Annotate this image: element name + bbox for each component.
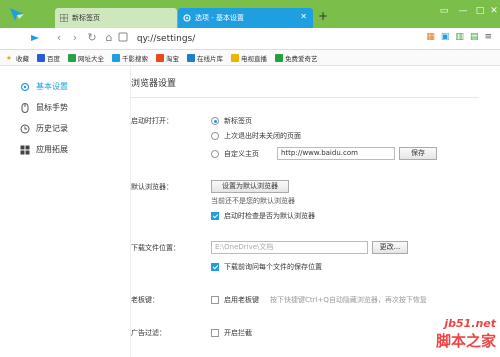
watermark: jb51.net 脚本之家 [435, 317, 496, 350]
iqiyi-icon [275, 53, 283, 62]
startup-option-new-tab[interactable]: 新标签页 [211, 116, 252, 126]
download-path-input[interactable]: E:\OneDrive\文档 [211, 241, 368, 254]
browser-window: 新标签页 选项 - 基本设置 ✕ + ▭ — □ ✕ ‹ › ↻ ⌂ qy://… [0, 0, 500, 357]
download-location-label: 下载文件位置： [131, 244, 180, 252]
bookmark-bar: ★ 收藏 百度 网址大全 千影搜索 淘宝 在线片库 电视直播 免费爱奇艺 [0, 50, 500, 66]
address-bar[interactable]: qy://settings/ [118, 32, 378, 46]
settings-main: 浏览器设置 启动时打开： 新标签页 上次退出时未关闭的页面 自定义主页 http… [130, 66, 500, 357]
bookmark-item[interactable]: 电视直播 [231, 53, 267, 63]
window-menu-icon[interactable]: ▭ [436, 6, 452, 16]
enable-adblock-option[interactable]: 开启拦截 [211, 328, 252, 338]
video-icon [187, 53, 195, 62]
taobao-icon [156, 53, 164, 62]
back-button[interactable]: ‹ [52, 31, 66, 44]
browser-logo-icon [10, 8, 24, 21]
page-icon [118, 32, 128, 42]
minimize-button[interactable]: — [455, 6, 471, 16]
tab-label: 新标签页 [72, 14, 100, 22]
title-bar: 新标签页 选项 - 基本设置 ✕ + ▭ — □ ✕ [0, 0, 500, 28]
default-browser-label: 默认浏览器： [131, 183, 173, 191]
default-browser-status: 当前还不是您的默认浏览器 [211, 197, 295, 205]
mini-icon[interactable]: ▤ [470, 32, 479, 42]
checkbox[interactable] [211, 329, 219, 337]
checkbox[interactable] [211, 296, 219, 304]
tool-icon[interactable]: ▥ [455, 32, 464, 42]
tab-settings[interactable]: 选项 - 基本设置 ✕ [178, 8, 313, 28]
startup-option-last-session[interactable]: 上次退出时未关闭的页面 [211, 131, 301, 141]
bookmark-item[interactable]: 千影搜索 [112, 53, 148, 63]
baidu-icon [37, 53, 45, 62]
sidebar-item-mouse-gesture[interactable]: 鼠标手势 [20, 97, 110, 118]
search-icon [112, 53, 120, 62]
star-icon: ★ [6, 53, 12, 62]
gear-icon [20, 82, 30, 91]
bookmark-item[interactable]: 在线片库 [187, 53, 223, 63]
boss-key-hint: 按下快捷键Ctrl+Q自动隐藏浏览器，再次按下恢复 [270, 296, 427, 304]
sidebar-toggle-icon[interactable] [28, 31, 42, 46]
bookmark-item[interactable]: 百度 [37, 53, 60, 63]
globe-icon [68, 53, 76, 62]
change-download-path-button[interactable]: 更改... [372, 241, 408, 254]
checkbox[interactable] [211, 212, 219, 220]
tab-label: 选项 - 基本设置 [195, 14, 244, 22]
check-default-browser-option[interactable]: 启动时检查是否为默认浏览器 [211, 211, 315, 221]
radio-button[interactable] [211, 117, 219, 125]
address-text: qy://settings/ [136, 34, 196, 44]
grid-icon [20, 145, 30, 154]
bookmark-item[interactable]: 淘宝 [156, 53, 179, 63]
bookmark-item[interactable]: 网址大全 [68, 53, 104, 63]
startup-option-custom-home[interactable]: 自定义主页 [211, 149, 259, 159]
reload-button[interactable]: ↻ [85, 31, 99, 44]
adblock-label: 广告过滤： [131, 329, 166, 337]
sidebar-item-extensions[interactable]: 应用拓展 [20, 139, 110, 160]
bookmark-item[interactable]: 免费爱奇艺 [275, 53, 318, 63]
close-tab-icon[interactable]: ✕ [300, 13, 307, 21]
homepage-input[interactable]: http://www.baidu.com [277, 147, 395, 160]
enable-boss-key-option[interactable]: 启用老板键 按下快捷键Ctrl+Q自动隐藏浏览器，再次按下恢复 [211, 295, 427, 305]
set-default-browser-button[interactable]: 设置为默认浏览器 [211, 180, 289, 193]
home-button[interactable]: ⌂ [102, 31, 116, 44]
startup-label: 启动时打开： [131, 117, 173, 125]
new-tab-button[interactable]: + [318, 9, 328, 23]
settings-sidebar: 基本设置 鼠标手势 历史记录 应用拓展 [20, 76, 110, 160]
ask-save-location-option[interactable]: 下载前询问每个文件的保存位置 [211, 262, 322, 272]
forward-button[interactable]: › [68, 31, 82, 44]
tab-new-tab[interactable]: 新标签页 [55, 8, 177, 28]
save-homepage-button[interactable]: 保存 [399, 147, 437, 160]
page-title: 浏览器设置 [131, 79, 177, 89]
grid-icon [60, 14, 68, 22]
close-window-button[interactable]: ✕ [486, 6, 500, 16]
checkbox[interactable] [211, 263, 219, 271]
radio-button[interactable] [211, 132, 219, 140]
tv-icon [231, 53, 239, 62]
boss-key-label: 老板键： [131, 296, 159, 304]
sidebar-item-history[interactable]: 历史记录 [20, 118, 110, 139]
toolbar-icons: ▦ ▣ ▥ ▤ ≡ [426, 32, 492, 42]
gear-icon [183, 14, 191, 22]
menu-icon[interactable]: ≡ [484, 32, 492, 42]
divider [131, 97, 479, 98]
radio-button[interactable] [211, 150, 219, 158]
sidebar-item-basic[interactable]: 基本设置 [20, 76, 110, 97]
bookmark-favorites[interactable]: ★ 收藏 [6, 53, 29, 63]
mouse-icon [21, 102, 29, 113]
download-icon[interactable]: ▣ [441, 32, 450, 42]
clock-icon [20, 124, 30, 133]
settings-page: 基本设置 鼠标手势 历史记录 应用拓展 浏览器设置 启动时打开： 新标签页 上次… [0, 66, 500, 357]
apps-icon[interactable]: ▦ [426, 32, 435, 42]
navigation-bar: ‹ › ↻ ⌂ qy://settings/ ▦ ▣ ▥ ▤ ≡ [0, 28, 500, 50]
